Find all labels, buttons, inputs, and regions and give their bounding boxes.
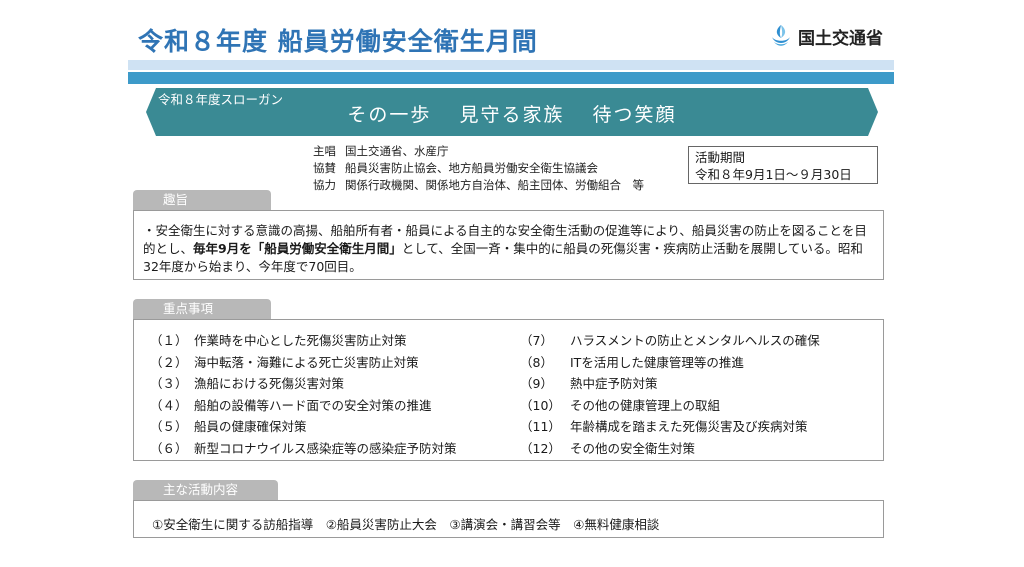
- focus-num: （１）: [150, 333, 188, 348]
- focus-item: （３） 漁船における死傷災害対策: [150, 373, 457, 395]
- ministry-logo: 国土交通省: [770, 22, 883, 50]
- slogan-part: その一歩: [347, 104, 432, 126]
- header-stripe-dark: [128, 72, 894, 84]
- sponsor-row: 協賛 船員災害防止協会、地方船員労働安全衛生協議会: [313, 160, 644, 177]
- sponsor-role: 協力: [313, 178, 336, 192]
- activities-text: ①安全衛生に関する訪船指導 ②船員災害防止大会 ③講演会・講習会等 ④無料健康相…: [152, 517, 660, 532]
- focus-num: （7）: [520, 333, 553, 348]
- sponsors-list: 主唱 国土交通省、水産庁 協賛 船員災害防止協会、地方船員労働安全衛生協議会 協力関…: [313, 143, 644, 194]
- focus-num: （10）: [520, 397, 561, 413]
- focus-list-right: （7） ハラスメントの防止とメンタルヘルスの確保 （8） ITを活用した健康管理等の…: [520, 330, 820, 459]
- activity-period-box: 活動期間 令和８年9月1日～９月30日: [688, 146, 878, 184]
- focus-text: 年齢構成を踏まえた死傷災害及び疾病対策: [570, 419, 808, 434]
- period-value: 令和８年9月1日～９月30日: [695, 167, 852, 182]
- sponsor-orgs: 国土交通省、水産庁: [345, 144, 449, 158]
- sponsor-row: 協力 関係行政機関、関係地方自治体、船主団体、労働組合 等: [313, 177, 644, 194]
- focus-heading: 重点事項: [133, 299, 271, 319]
- mlit-emblem-icon: [772, 25, 790, 46]
- focus-item: （５） 船員の健康確保対策: [150, 416, 457, 438]
- focus-num: （9）: [520, 376, 553, 391]
- focus-item: （１） 作業時を中心とした死傷災害防止対策: [150, 330, 457, 352]
- sponsor-role: 主唱: [313, 144, 336, 158]
- focus-text: 熱中症予防対策: [570, 376, 658, 391]
- focus-text: その他の安全衛生対策: [570, 440, 696, 456]
- sponsor-orgs: 関係行政機関、関係地方自治体、船主団体、労働組合 等: [345, 178, 644, 192]
- slogan-part: 待つ笑顔: [592, 104, 677, 126]
- focus-item: （10） その他の健康管理上の取組: [520, 395, 820, 417]
- purpose-text-bold: 毎年9月を「船員労働安全衛生月間」: [193, 241, 402, 256]
- focus-text: 船員の健康確保対策: [194, 419, 307, 434]
- purpose-text: ・安全衛生に対する意識の高揚、船舶所有者・船員による自主的な安全衛生活動の促進等…: [143, 222, 878, 276]
- focus-num: （12）: [520, 440, 561, 456]
- sponsor-role: 協賛: [313, 161, 336, 175]
- focus-num: （３）: [150, 376, 188, 391]
- header-stripe-light: [128, 60, 894, 70]
- purpose-heading: 趣旨: [133, 190, 271, 210]
- focus-item: （7） ハラスメントの防止とメンタルヘルスの確保: [520, 330, 820, 352]
- focus-text: 作業時を中心とした死傷災害防止対策: [194, 333, 407, 348]
- focus-item: （４） 船舶の設備等ハード面での安全対策の推進: [150, 395, 457, 417]
- focus-list-left: （１） 作業時を中心とした死傷災害防止対策 （２） 海中転落・海難による死亡災害防止…: [150, 330, 457, 459]
- focus-text: その他の健康管理上の取組: [570, 397, 721, 413]
- period-label: 活動期間: [695, 150, 746, 165]
- focus-item: （２） 海中転落・海難による死亡災害防止対策: [150, 352, 457, 374]
- sponsor-row: 主唱 国土交通省、水産庁: [313, 143, 644, 160]
- focus-item: （11） 年齢構成を踏まえた死傷災害及び疾病対策: [520, 416, 820, 438]
- page-title: 令和８年度 船員労働安全衛生月間: [138, 27, 538, 56]
- focus-num: （8）: [520, 354, 553, 370]
- focus-item: （12） その他の安全衛生対策: [520, 438, 820, 460]
- activities-heading: 主な活動内容: [133, 480, 278, 500]
- focus-text: ハラスメントの防止とメンタルヘルスの確保: [570, 333, 820, 348]
- focus-num: （４）: [150, 397, 188, 413]
- focus-text: 船舶の設備等ハード面での安全対策の推進: [194, 397, 432, 413]
- focus-num: （５）: [150, 419, 188, 434]
- focus-num: （11）: [520, 419, 561, 434]
- ministry-name: 国土交通省: [798, 28, 883, 49]
- slogan-text: その一歩 見守る家族 待つ笑顔: [0, 100, 1024, 127]
- slogan-part: 見守る家族: [459, 104, 565, 126]
- focus-text: ITを活用した健康管理等の推進: [570, 354, 744, 370]
- focus-item: （６） 新型コロナウイルス感染症等の感染症予防対策: [150, 438, 457, 460]
- focus-text: 漁船における死傷災害対策: [194, 376, 345, 391]
- sponsor-orgs: 船員災害防止協会、地方船員労働安全衛生協議会: [345, 161, 598, 175]
- focus-num: （２）: [150, 354, 188, 370]
- focus-item: （8） ITを活用した健康管理等の推進: [520, 352, 820, 374]
- focus-text: 新型コロナウイルス感染症等の感染症予防対策: [194, 440, 457, 456]
- focus-num: （６）: [150, 440, 188, 456]
- focus-item: （9） 熱中症予防対策: [520, 373, 820, 395]
- focus-text: 海中転落・海難による死亡災害防止対策: [194, 354, 419, 370]
